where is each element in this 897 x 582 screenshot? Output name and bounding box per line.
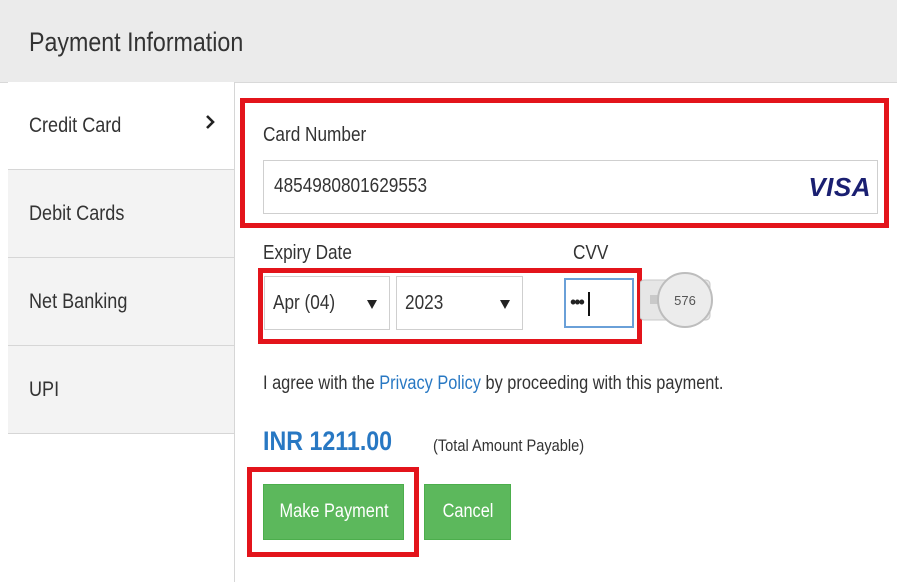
visa-logo: VISA	[808, 172, 871, 202]
sidebar-item-net-banking[interactable]: Net Banking	[8, 258, 234, 346]
sidebar-item-label: UPI	[29, 377, 60, 401]
cvv-label: CVV	[573, 242, 609, 264]
make-payment-button[interactable]: Make Payment	[263, 484, 404, 540]
cvv-hint-number: 576	[674, 293, 696, 308]
card-number-input[interactable]: 4854980801629553 VISA	[263, 160, 878, 214]
cancel-button[interactable]: Cancel	[424, 484, 511, 540]
card-number-value: 4854980801629553	[274, 175, 428, 197]
expiry-month-select[interactable]: Apr (04)	[264, 276, 390, 330]
cvv-hint-icon: 576	[640, 272, 713, 328]
text-caret	[588, 292, 590, 316]
expiry-month-value: Apr (04)	[273, 292, 336, 314]
sidebar-item-label: Net Banking	[29, 289, 128, 313]
sidebar-item-credit-card[interactable]: Credit Card	[8, 82, 234, 170]
sidebar-item-upi[interactable]: UPI	[8, 346, 234, 434]
sidebar-item-label: Debit Cards	[29, 201, 125, 225]
sidebar-item-debit-cards[interactable]: Debit Cards	[8, 170, 234, 258]
sidebar-item-label: Credit Card	[29, 113, 122, 137]
total-amount: INR 1211.00	[263, 426, 393, 456]
expiry-date-label: Expiry Date	[263, 242, 352, 264]
privacy-policy-link[interactable]: Privacy Policy	[379, 373, 481, 394]
total-amount-note: (Total Amount Payable)	[433, 436, 585, 455]
agreement-prefix: I agree with the	[263, 373, 380, 394]
agreement-suffix: by proceeding with this payment.	[480, 373, 724, 394]
expiry-year-select[interactable]: 2023	[396, 276, 523, 330]
payment-method-sidebar: Credit Card Debit Cards Net Banking UPI	[8, 82, 235, 582]
chevron-right-icon	[206, 115, 215, 129]
dropdown-arrow-icon	[367, 300, 377, 309]
card-number-label: Card Number	[263, 124, 367, 146]
expiry-year-value: 2023	[405, 292, 444, 314]
page-title: Payment Information	[29, 27, 244, 57]
cvv-masked-value: •••	[570, 292, 585, 312]
privacy-agreement-text: I agree with the Privacy Policy by proce…	[263, 373, 798, 395]
panel-header: Payment Information	[0, 0, 897, 83]
dropdown-arrow-icon	[500, 300, 510, 309]
cvv-input[interactable]: •••	[564, 278, 634, 328]
